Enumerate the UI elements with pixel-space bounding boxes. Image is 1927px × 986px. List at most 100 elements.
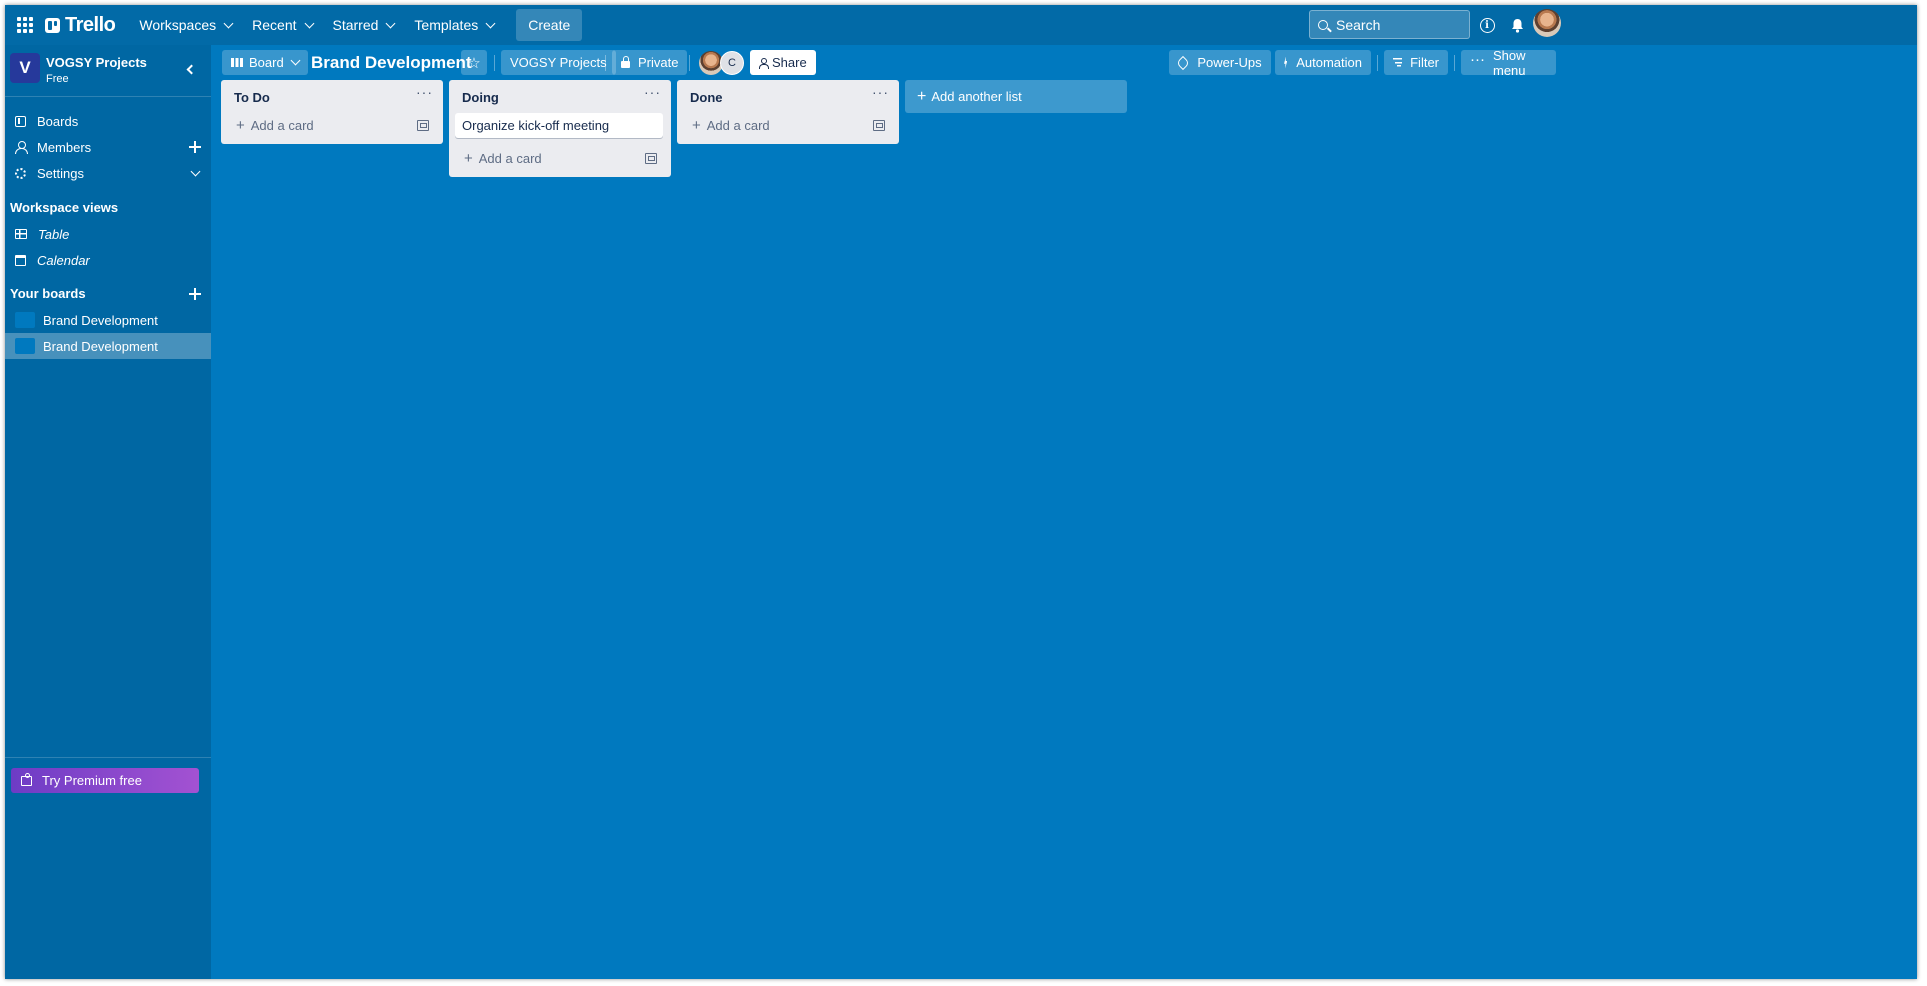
user-avatar[interactable] — [1533, 9, 1561, 37]
sidebar-item-settings[interactable]: Settings — [5, 160, 211, 186]
star-board-button[interactable]: ☆ — [461, 50, 487, 75]
add-card-label: Add a card — [250, 117, 314, 133]
list-title[interactable]: Doing — [462, 90, 499, 105]
add-card-label: Add a card — [706, 117, 770, 133]
filter-button[interactable]: Filter — [1384, 50, 1448, 75]
chevron-left-icon — [186, 64, 197, 74]
workspace-name[interactable]: VOGSY Projects — [46, 55, 147, 70]
star-icon: ☆ — [467, 54, 481, 72]
information-button[interactable]: i — [1473, 11, 1501, 39]
search-icon — [1318, 19, 1328, 30]
chevron-down-icon — [385, 18, 396, 28]
board-thumbnail — [15, 338, 35, 354]
workspace-badge[interactable]: V — [10, 53, 40, 83]
list-menu-icon[interactable]: ··· — [416, 84, 433, 100]
sidebar-item-calendar[interactable]: Calendar — [5, 247, 211, 273]
board-view-switcher[interactable]: Board — [222, 50, 308, 75]
power-ups-label: Power-Ups — [1197, 55, 1262, 70]
add-member-icon[interactable] — [189, 141, 201, 153]
plus-icon: + — [236, 116, 245, 134]
plus-icon: + — [917, 87, 927, 105]
power-ups-button[interactable]: Power-Ups — [1169, 50, 1271, 75]
sidebar-item-members[interactable]: Members — [5, 134, 211, 160]
your-boards-heading: Your boards — [10, 286, 86, 301]
sidebar-item-label: Settings — [37, 165, 84, 181]
header-divider — [494, 55, 495, 71]
board-title[interactable]: Brand Development — [311, 49, 472, 77]
lightning-icon — [1284, 56, 1288, 69]
workspace-visibility-button[interactable]: VOGSY Projects — [501, 50, 616, 75]
board-visibility-button[interactable]: Private — [612, 50, 688, 75]
list-title[interactable]: To Do — [234, 90, 270, 105]
nav-starred-button[interactable]: Starred — [323, 9, 405, 41]
list-menu-icon[interactable]: ··· — [872, 84, 889, 100]
chevron-down-icon — [190, 166, 201, 176]
sidebar-divider — [5, 757, 211, 758]
list-title[interactable]: Done — [690, 90, 723, 105]
lock-icon — [621, 55, 630, 68]
nav-templates-label: Templates — [414, 17, 479, 33]
board-visibility-label: Private — [638, 55, 679, 70]
nav-workspaces-button[interactable]: Workspaces — [129, 9, 242, 41]
sidebar-board-item[interactable]: Brand Development — [5, 307, 211, 333]
share-button[interactable]: Share — [750, 50, 816, 75]
add-board-icon[interactable] — [189, 288, 201, 300]
sidebar-item-label: Boards — [37, 113, 79, 129]
notifications-button[interactable] — [1503, 11, 1531, 39]
show-menu-button[interactable]: ··· Show menu — [1461, 47, 1556, 78]
nav-workspaces-label: Workspaces — [139, 17, 217, 33]
collapse-sidebar-button[interactable] — [179, 58, 201, 80]
bell-icon — [1511, 18, 1523, 33]
app-switcher-icon[interactable] — [11, 11, 39, 39]
workspace-header: V VOGSY Projects Free — [5, 45, 211, 97]
trello-logo[interactable]: Trello — [45, 14, 116, 37]
try-premium-button[interactable]: Try Premium free — [11, 768, 199, 793]
more-icon: ··· — [1470, 51, 1485, 68]
premium-icon — [21, 772, 32, 786]
add-another-list-label: Add another list — [931, 89, 1022, 104]
list-to-do: To Do ··· + Add a card — [221, 80, 443, 144]
sidebar-board-label: Brand Development — [43, 312, 158, 328]
board-view-icon — [231, 58, 243, 67]
create-button[interactable]: Create — [516, 9, 583, 41]
sidebar-board-item-active[interactable]: Brand Development — [5, 333, 211, 359]
rocket-icon — [1176, 55, 1191, 70]
table-icon — [15, 229, 27, 239]
card-item[interactable]: Organize kick-off meeting — [455, 113, 663, 138]
workspace-plan: Free — [46, 73, 69, 85]
workspace-views-heading: Workspace views — [10, 200, 119, 215]
card-template-icon[interactable] — [417, 119, 429, 131]
add-another-list-button[interactable]: + Add another list — [905, 80, 1127, 113]
info-icon: i — [1479, 17, 1495, 33]
add-card-button[interactable]: + Add a card — [227, 113, 437, 137]
header-divider — [689, 55, 690, 71]
plus-icon: + — [692, 116, 701, 134]
nav-recent-button[interactable]: Recent — [242, 9, 322, 41]
search-input[interactable]: Search — [1309, 10, 1470, 39]
sidebar-item-label: Members — [37, 139, 92, 155]
header-divider — [605, 55, 606, 71]
member-icon — [15, 141, 28, 154]
automation-label: Automation — [1296, 55, 1362, 70]
sidebar-item-label: Calendar — [37, 252, 90, 268]
add-card-button[interactable]: + Add a card — [683, 113, 893, 137]
sidebar-item-table[interactable]: Table — [5, 221, 211, 247]
try-premium-label: Try Premium free — [42, 773, 142, 788]
list-menu-icon[interactable]: ··· — [644, 84, 661, 100]
show-menu-label: Show menu — [1493, 47, 1526, 78]
card-template-icon[interactable] — [645, 152, 657, 164]
card-template-icon[interactable] — [873, 119, 885, 131]
trello-window: Trello Workspaces Recent Starred Templat… — [5, 5, 1917, 979]
board-member-initial-avatar[interactable]: C — [720, 51, 744, 75]
chevron-down-icon — [223, 18, 234, 28]
add-card-button[interactable]: + Add a card — [455, 146, 665, 170]
gear-icon — [15, 167, 26, 179]
nav-templates-button[interactable]: Templates — [404, 9, 504, 41]
share-label: Share — [772, 55, 807, 70]
sidebar-item-boards[interactable]: Boards — [5, 108, 211, 134]
chevron-down-icon — [304, 18, 314, 28]
nav-recent-label: Recent — [252, 17, 297, 33]
list-done: Done ··· + Add a card — [677, 80, 899, 144]
list-doing: Doing ··· Organize kick-off meeting + Ad… — [449, 80, 671, 177]
automation-button[interactable]: Automation — [1275, 50, 1371, 75]
